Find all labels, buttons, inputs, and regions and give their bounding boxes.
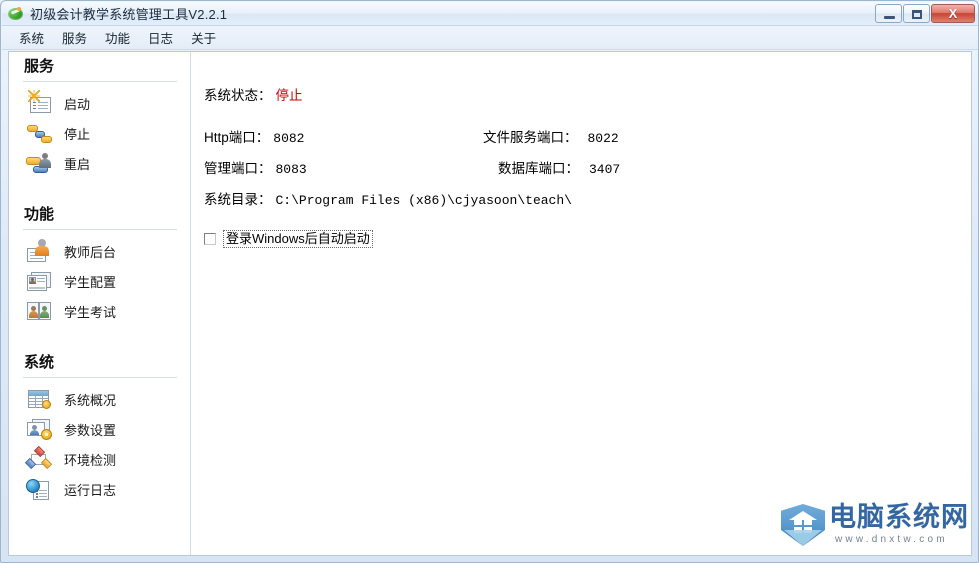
sidebar-group-function: 功能 xyxy=(9,205,191,230)
watermark: 电脑系统网 www.dnxtw.com xyxy=(779,496,968,554)
file-service-port-value: 8022 xyxy=(587,131,619,146)
sidebar-group-title: 服务 xyxy=(24,58,55,75)
system-directory-value: C:\Program Files (x86)\cjyasoon\teach\ xyxy=(275,193,572,208)
sidebar-item-label: 环境检测 xyxy=(64,452,117,468)
sidebar-group-service: 服务 xyxy=(9,57,191,82)
system-directory-label: 系统目录： xyxy=(204,192,272,207)
sidebar-item-label: 学生配置 xyxy=(64,274,117,290)
system-status-value: 停止 xyxy=(275,88,303,103)
window-frame: 初级会计教学系统管理工具V2.2.1 X 系统 服务 功能 日志 关于 服务 启… xyxy=(0,0,979,563)
service-start-icon xyxy=(25,90,53,116)
system-status-label: 系统状态： xyxy=(204,88,272,103)
maximize-icon xyxy=(912,10,922,19)
runtime-log-icon xyxy=(25,476,53,502)
parameter-settings-icon xyxy=(25,416,53,442)
sidebar-item-student-config[interactable]: 学生配置 xyxy=(9,266,207,296)
sidebar: 服务 启动 停止 重启 功能 教师后台 学生配置 学生考试 系统 系统概况 参数… xyxy=(9,52,191,555)
sidebar-item-label: 启动 xyxy=(64,96,91,112)
teacher-console-icon xyxy=(25,238,53,264)
window-title: 初级会计教学系统管理工具V2.2.1 xyxy=(30,7,228,22)
admin-port-row: 管理端口： 8083 xyxy=(204,157,307,177)
sidebar-group-title: 功能 xyxy=(24,206,55,223)
environment-check-icon xyxy=(24,445,53,472)
system-status-row: 系统状态： 停止 xyxy=(204,84,303,104)
sidebar-item-environment-check[interactable]: 环境检测 xyxy=(9,444,207,474)
menu-item-service[interactable]: 服务 xyxy=(53,25,96,50)
group-divider xyxy=(23,229,177,230)
sidebar-item-teacher-console[interactable]: 教师后台 xyxy=(9,236,207,266)
sidebar-item-start[interactable]: 启动 xyxy=(9,88,207,118)
sidebar-group-system: 系统 xyxy=(9,353,191,378)
app-icon xyxy=(8,6,24,22)
title-bar: 初级会计教学系统管理工具V2.2.1 X xyxy=(2,2,978,26)
sidebar-item-label: 参数设置 xyxy=(64,422,117,438)
menu-item-function[interactable]: 功能 xyxy=(96,25,139,50)
group-divider xyxy=(23,81,177,82)
menu-item-about[interactable]: 关于 xyxy=(182,25,225,50)
watermark-logo-icon xyxy=(781,504,825,548)
sidebar-item-label: 重启 xyxy=(64,156,91,172)
service-restart-icon xyxy=(25,150,53,176)
window-controls: X xyxy=(875,4,975,23)
autostart-label[interactable]: 登录Windows后自动启动 xyxy=(223,230,373,248)
admin-port-value: 8083 xyxy=(275,162,307,177)
minimize-icon xyxy=(884,16,895,19)
student-config-icon xyxy=(25,268,53,294)
sidebar-item-student-exam[interactable]: 学生考试 xyxy=(9,296,207,326)
sidebar-item-label: 学生考试 xyxy=(64,304,117,320)
sidebar-item-label: 运行日志 xyxy=(64,482,117,498)
client-area: 服务 启动 停止 重启 功能 教师后台 学生配置 学生考试 系统 系统概况 参数… xyxy=(8,51,972,556)
system-overview-icon xyxy=(25,386,53,412)
system-directory-row: 系统目录： C:\Program Files (x86)\cjyasoon\te… xyxy=(204,188,572,208)
http-port-label: Http端口： xyxy=(204,130,270,145)
database-port-value: 3407 xyxy=(589,162,621,177)
sidebar-group-title: 系统 xyxy=(24,354,55,371)
sidebar-item-parameter-settings[interactable]: 参数设置 xyxy=(9,414,207,444)
database-port-row: 数据库端口： 3407 xyxy=(498,157,620,177)
close-icon: X xyxy=(948,6,958,21)
minimize-button[interactable] xyxy=(875,4,902,23)
http-port-value: 8082 xyxy=(273,131,305,146)
menu-bar: 系统 服务 功能 日志 关于 xyxy=(2,25,978,50)
sidebar-item-system-overview[interactable]: 系统概况 xyxy=(9,384,207,414)
menu-item-log[interactable]: 日志 xyxy=(139,25,182,50)
sidebar-item-runtime-log[interactable]: 运行日志 xyxy=(9,474,207,504)
main-panel: 系统状态： 停止 Http端口： 8082 管理端口： 8083 文件服务端口：… xyxy=(192,52,971,555)
service-stop-icon xyxy=(25,120,53,146)
file-service-port-label: 文件服务端口： xyxy=(483,130,578,145)
application-window: 初级会计教学系统管理工具V2.2.1 X 系统 服务 功能 日志 关于 服务 启… xyxy=(0,0,979,563)
sidebar-item-label: 教师后台 xyxy=(64,244,117,260)
sidebar-item-restart[interactable]: 重启 xyxy=(9,148,207,178)
autostart-checkbox-row[interactable]: 登录Windows后自动启动 xyxy=(204,230,373,248)
admin-port-label: 管理端口： xyxy=(204,161,272,176)
sidebar-item-stop[interactable]: 停止 xyxy=(9,118,207,148)
menu-item-system[interactable]: 系统 xyxy=(10,25,53,50)
student-exam-icon xyxy=(25,298,53,324)
watermark-text: 电脑系统网 xyxy=(829,502,969,532)
autostart-checkbox[interactable] xyxy=(204,233,216,245)
watermark-url: www.dnxtw.com xyxy=(835,534,948,545)
close-button[interactable]: X xyxy=(931,4,975,23)
maximize-button[interactable] xyxy=(903,4,930,23)
http-port-row: Http端口： 8082 xyxy=(204,126,304,146)
sidebar-item-label: 停止 xyxy=(64,126,91,142)
sidebar-item-label: 系统概况 xyxy=(64,392,117,408)
database-port-label: 数据库端口： xyxy=(498,161,579,176)
file-service-port-row: 文件服务端口： 8022 xyxy=(483,126,619,146)
group-divider xyxy=(23,377,177,378)
